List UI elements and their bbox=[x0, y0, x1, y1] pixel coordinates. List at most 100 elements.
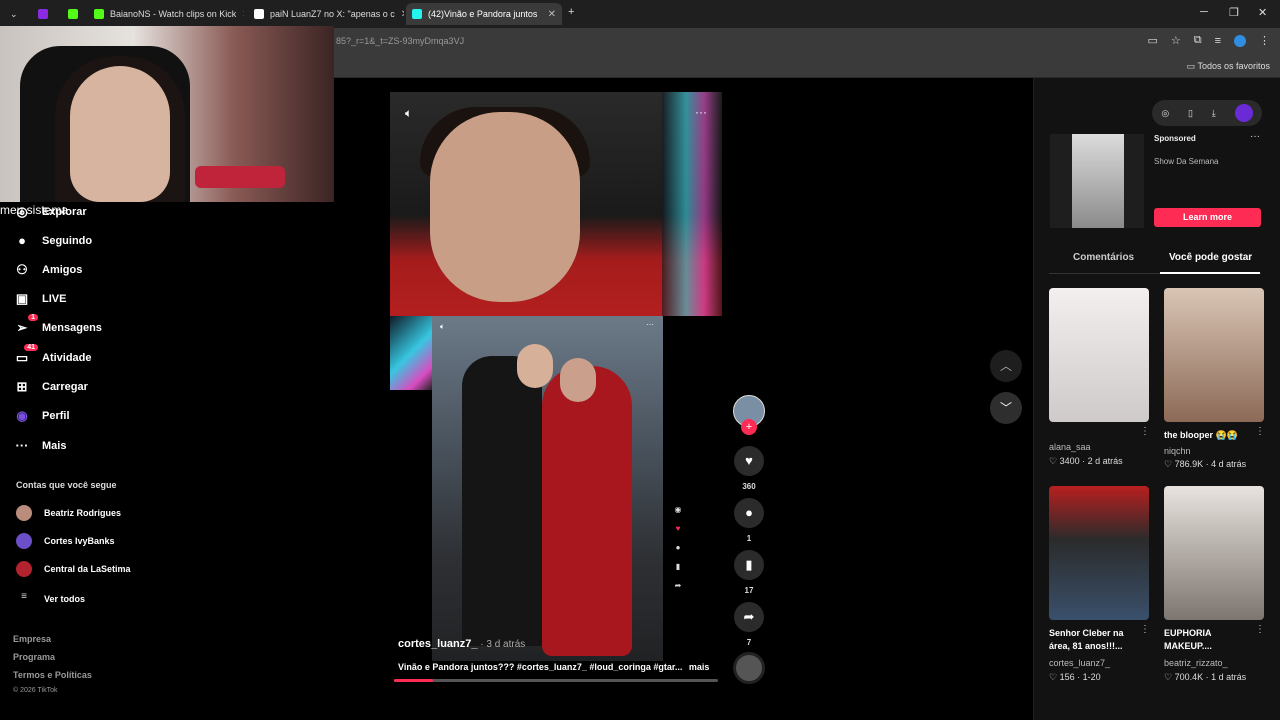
extensions-icon[interactable]: ⧉ bbox=[1194, 34, 1202, 47]
volume-icon[interactable]: 🔈︎ bbox=[405, 106, 412, 121]
card-user[interactable]: alana_saa bbox=[1049, 442, 1091, 452]
star-icon[interactable]: ☆ bbox=[1171, 34, 1181, 47]
nav-perfil[interactable]: ◉ Perfil bbox=[12, 408, 70, 424]
kick-icon bbox=[68, 9, 78, 19]
nav-mensagens[interactable]: ➢ 1 Mensagens bbox=[12, 314, 102, 336]
embedded-video[interactable] bbox=[432, 316, 663, 661]
tiktok-icon bbox=[412, 9, 422, 19]
card-stats: ♡ 786.9K · 4 d atrás bbox=[1164, 459, 1247, 469]
all-bookmarks[interactable]: ▭ Todos os favoritos bbox=[1187, 61, 1270, 72]
nav-carregar[interactable]: ⊞ Carregar bbox=[12, 379, 88, 395]
phone-icon[interactable]: ▯ bbox=[1188, 108, 1193, 119]
cast-icon[interactable]: ▭ bbox=[1147, 34, 1157, 47]
more-options-icon[interactable]: ··· bbox=[646, 320, 654, 329]
video-card-thumbnail[interactable] bbox=[1164, 486, 1264, 620]
more-options-icon[interactable]: ⋮ bbox=[1140, 426, 1150, 437]
more-options-icon[interactable]: ··· bbox=[1250, 131, 1260, 142]
follow-plus-icon[interactable]: + bbox=[741, 419, 757, 435]
nav-mais[interactable]: ··· Mais bbox=[12, 438, 67, 453]
neon-background bbox=[390, 316, 432, 390]
more-options-icon[interactable]: ⋮ bbox=[1140, 624, 1150, 635]
menu-icon[interactable]: ⋮ bbox=[1259, 34, 1270, 47]
nav-label: LIVE bbox=[42, 293, 67, 305]
minimize-button[interactable]: ─ bbox=[1200, 6, 1208, 18]
video-author[interactable]: cortes_luanz7_ · 3 d atrás bbox=[398, 638, 525, 650]
like-button[interactable]: ♥ bbox=[734, 446, 764, 476]
volume-icon[interactable]: 🔈︎ bbox=[440, 322, 445, 332]
more-link[interactable]: mais bbox=[689, 662, 710, 672]
profile-avatar[interactable] bbox=[1234, 104, 1253, 122]
comment-button[interactable]: ● bbox=[734, 498, 764, 528]
download-icon[interactable]: ⤓ bbox=[1212, 108, 1216, 119]
card-user[interactable]: cortes_luanz7_ bbox=[1049, 658, 1110, 668]
profile-avatar[interactable] bbox=[1234, 34, 1246, 47]
video-player[interactable] bbox=[390, 92, 722, 316]
nav-amigos[interactable]: ⚇ Amigos bbox=[12, 262, 82, 278]
video-card-thumbnail[interactable] bbox=[1049, 288, 1149, 422]
tab-kick-clips[interactable]: BaianoNS - Watch clips on Kick ✕ bbox=[88, 3, 244, 25]
card-title[interactable]: the blooper 😭😭 bbox=[1164, 429, 1254, 442]
close-icon[interactable]: ✕ bbox=[542, 9, 556, 20]
save-count: 17 bbox=[744, 586, 754, 595]
tab-tiktok[interactable]: (42)Vinão e Pandora juntos ✕ bbox=[406, 3, 562, 25]
toolbar-icons: ▭ ☆ ⧉ ≡ ⋮ bbox=[1147, 34, 1270, 47]
chevron-down-icon: ⌄ bbox=[10, 8, 18, 19]
card-user[interactable]: beatriz_rizzato_ bbox=[1164, 658, 1228, 668]
compass-icon[interactable]: ◎ bbox=[1161, 108, 1169, 119]
save-button[interactable]: ▮ bbox=[734, 550, 764, 580]
messages-icon: ➢ 1 bbox=[12, 314, 38, 336]
next-video-button[interactable]: ﹀ bbox=[990, 392, 1022, 424]
nav-atividade[interactable]: ▭ 41 Atividade bbox=[12, 344, 92, 366]
media-icon[interactable]: ≡ bbox=[1215, 35, 1221, 47]
card-date: 2 d atrás bbox=[1087, 456, 1123, 466]
tab-suggestions[interactable]: Você pode gostar bbox=[1169, 252, 1252, 263]
card-title[interactable]: Senhor Cleber na área, 81 anos!!!... bbox=[1049, 627, 1139, 653]
more-options-icon[interactable]: ⋮ bbox=[1255, 426, 1265, 437]
card-title[interactable]: EUPHORIA MAKEUP.... bbox=[1164, 627, 1254, 653]
nav-label: Amigos bbox=[42, 264, 83, 276]
nav-seguindo[interactable]: ● Seguindo bbox=[12, 233, 92, 248]
card-user[interactable]: niqchn bbox=[1164, 446, 1191, 456]
video-card-thumbnail[interactable] bbox=[1049, 486, 1149, 620]
video-card-thumbnail[interactable] bbox=[1164, 288, 1264, 422]
screen: ⌄ BaianoNS - Watch clips on Kick ✕ paiN … bbox=[0, 0, 1280, 720]
progress-bar[interactable] bbox=[394, 679, 718, 682]
more-options-icon[interactable]: ··· bbox=[695, 105, 707, 119]
footer-link[interactable]: Termos e Políticas bbox=[13, 670, 92, 680]
folder-icon: ▭ bbox=[1186, 61, 1198, 71]
close-icon[interactable]: ✕ bbox=[236, 9, 244, 20]
new-tab-button[interactable]: + bbox=[568, 6, 574, 18]
nav-label: Perfil bbox=[42, 410, 70, 422]
like-count: 360 bbox=[742, 482, 756, 491]
nav-label: Seguindo bbox=[42, 234, 93, 247]
previous-video-button[interactable]: ︿ bbox=[990, 350, 1022, 382]
learn-more-button[interactable]: Learn more bbox=[1154, 208, 1261, 227]
tab-twitch[interactable] bbox=[32, 3, 56, 25]
account-item[interactable]: Central da LaSetima bbox=[16, 561, 131, 577]
url-field[interactable]: 85?_r=1&_t=ZS-93myDmqa3VJ bbox=[336, 36, 464, 46]
nav-live[interactable]: ▣ LIVE bbox=[12, 291, 67, 307]
close-icon[interactable]: ✕ bbox=[395, 9, 404, 20]
comment-icon: ● bbox=[745, 505, 753, 520]
restore-button[interactable]: ❐ bbox=[1229, 6, 1239, 19]
share-button[interactable]: ➦ bbox=[734, 602, 764, 632]
avatar bbox=[16, 561, 32, 577]
like-count: ♡ 786.9K bbox=[1164, 459, 1204, 469]
ad-image bbox=[1072, 134, 1124, 228]
footer-link[interactable]: Programa bbox=[13, 652, 55, 662]
caption-text: Vinão e Pandora juntos??? #cortes_luanz7… bbox=[398, 662, 683, 672]
more-options-icon[interactable]: ⋮ bbox=[1255, 624, 1265, 635]
music-disc-icon[interactable] bbox=[733, 652, 765, 684]
account-item[interactable]: Beatriz Rodrigues bbox=[16, 505, 121, 521]
following-section-title: Contas que você segue bbox=[16, 480, 117, 490]
tab-comments[interactable]: Comentários bbox=[1073, 252, 1134, 263]
account-item[interactable]: Cortes IvyBanks bbox=[16, 533, 115, 549]
see-all-link[interactable]: ≡ Ver todos bbox=[16, 591, 85, 607]
tab-kick[interactable] bbox=[62, 3, 86, 25]
footer-link[interactable]: Empresa bbox=[13, 634, 51, 644]
avatar bbox=[16, 505, 32, 521]
ad-thumbnail[interactable] bbox=[1050, 134, 1144, 228]
tab-x-post[interactable]: paiN LuanZ7 no X: "apenas o c ✕ bbox=[248, 3, 404, 25]
close-window-button[interactable]: ✕ bbox=[1258, 6, 1267, 19]
tab-list-button[interactable]: ⌄ bbox=[4, 3, 22, 25]
